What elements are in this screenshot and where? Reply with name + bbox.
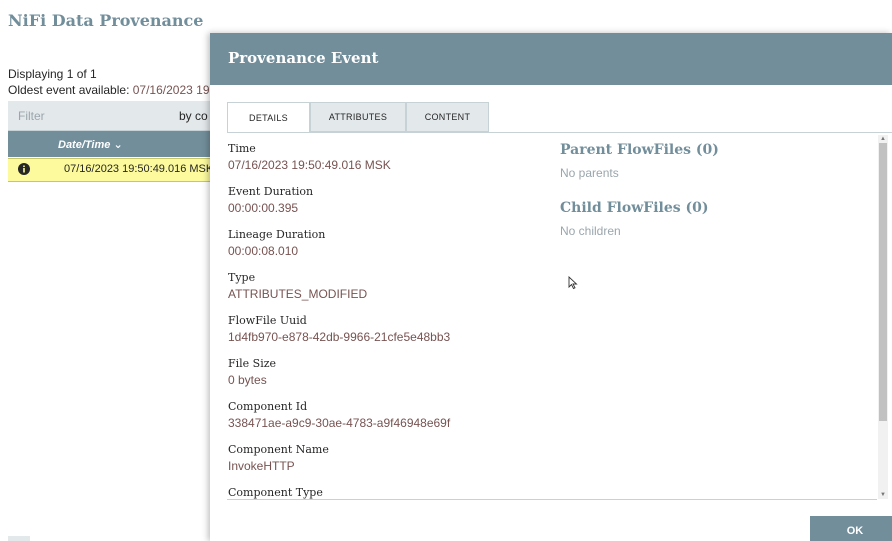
filter-by-select[interactable]: by co	[179, 109, 208, 123]
field-value: 1d4fb970-e878-42db-9966-21cfe5e48bb3	[228, 330, 451, 344]
dialog-header: Provenance Event	[210, 33, 892, 85]
info-icon[interactable]	[18, 163, 30, 175]
field-label: Component Name	[228, 443, 329, 456]
field-label: File Size	[228, 357, 277, 370]
field-component-type: Component Type	[228, 486, 323, 499]
field-label: Event Duration	[228, 185, 314, 198]
tab-divider	[227, 132, 892, 133]
field-label: Type	[228, 271, 256, 284]
child-flowfiles-title: Child FlowFiles (0)	[560, 200, 709, 216]
mouse-cursor-icon	[568, 276, 578, 290]
field-value: ATTRIBUTES_MODIFIED	[228, 287, 368, 301]
parent-flowfiles-section: Parent FlowFiles (0) No parents	[560, 142, 719, 180]
filter-bar: Filter by co	[8, 101, 218, 131]
details-scrollbar[interactable]: ▲ ▼	[878, 135, 888, 499]
field-lineage-duration: Lineage Duration 00:00:08.010	[228, 228, 325, 258]
field-event-duration: Event Duration 00:00:00.395	[228, 185, 313, 215]
field-label: Component Id	[228, 400, 308, 413]
oldest-event: Oldest event available: 07/16/2023 19	[8, 83, 210, 97]
field-value: InvokeHTTP	[228, 459, 295, 473]
field-time: Time 07/16/2023 19:50:49.016 MSK	[228, 142, 391, 172]
tab-details[interactable]: DETAILS	[227, 102, 310, 133]
field-label: FlowFile Uuid	[228, 314, 307, 327]
panel-divider	[227, 499, 877, 500]
details-panel: Time 07/16/2023 19:50:49.016 MSK Event D…	[228, 135, 880, 499]
scroll-thumb[interactable]	[879, 143, 887, 421]
oldest-event-label: Oldest event available:	[8, 83, 133, 97]
field-file-size: File Size 0 bytes	[228, 357, 276, 387]
parent-flowfiles-empty: No parents	[560, 166, 619, 180]
tab-attributes[interactable]: ATTRIBUTES	[310, 102, 406, 132]
field-value: 0 bytes	[228, 373, 267, 387]
field-flowfile-uuid: FlowFile Uuid 1d4fb970-e878-42db-9966-21…	[228, 314, 450, 344]
field-value: 07/16/2023 19:50:49.016 MSK	[228, 158, 391, 172]
provenance-event-dialog: Provenance Event DETAILS ATTRIBUTES CONT…	[210, 33, 892, 541]
scroll-down-icon[interactable]: ▼	[880, 492, 886, 498]
field-component-id: Component Id 338471ae-a9c9-30ae-4783-a9f…	[228, 400, 450, 430]
field-value: 338471ae-a9c9-30ae-4783-a9f46948e69f	[228, 416, 451, 430]
parent-flowfiles-title: Parent FlowFiles (0)	[560, 142, 719, 158]
pager-control[interactable]	[8, 536, 30, 541]
dialog-title: Provenance Event	[228, 49, 379, 67]
ok-button[interactable]: OK	[810, 516, 892, 541]
scroll-up-icon[interactable]: ▲	[880, 136, 886, 142]
field-type: Type ATTRIBUTES_MODIFIED	[228, 271, 367, 301]
page-title: NiFi Data Provenance	[8, 11, 204, 30]
field-value: 00:00:08.010	[228, 244, 299, 258]
child-flowfiles-empty: No children	[560, 224, 621, 238]
sort-desc-icon: ⌄	[113, 139, 123, 151]
tab-content[interactable]: CONTENT	[406, 102, 489, 132]
table-header: Date/Time ⌄	[8, 131, 218, 157]
oldest-event-value: 07/16/2023 19	[132, 83, 210, 97]
field-value: 00:00:00.395	[228, 201, 299, 215]
column-header-datetime[interactable]: Date/Time ⌄	[58, 138, 123, 151]
child-flowfiles-section: Child FlowFiles (0) No children	[560, 200, 709, 238]
field-label: Time	[228, 142, 256, 155]
row-datetime: 07/16/2023 19:50:49.016 MSK	[64, 163, 214, 175]
table-row[interactable]: 07/16/2023 19:50:49.016 MSK	[8, 158, 218, 182]
field-label: Component Type	[228, 486, 323, 499]
displaying-count: Displaying 1 of 1	[8, 67, 97, 81]
field-component-name: Component Name InvokeHTTP	[228, 443, 329, 473]
field-label: Lineage Duration	[228, 228, 326, 241]
filter-input[interactable]: Filter	[18, 109, 45, 123]
